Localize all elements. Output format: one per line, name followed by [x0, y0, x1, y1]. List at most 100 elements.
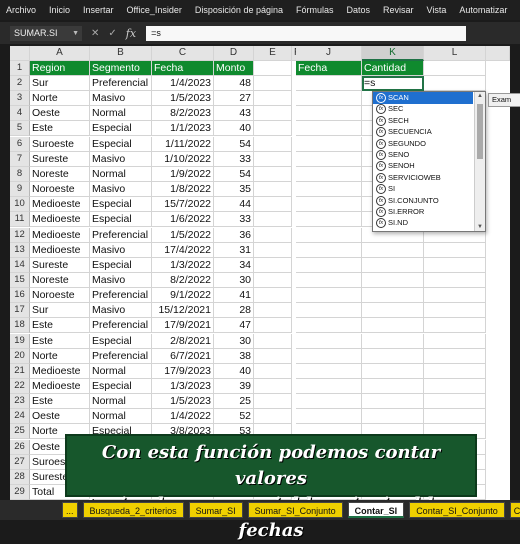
row-header[interactable]: 1 — [10, 61, 30, 76]
table-cell[interactable]: 1/5/2022 — [152, 227, 214, 243]
table-cell[interactable]: Oeste — [30, 106, 90, 122]
table-cell[interactable] — [296, 76, 362, 91]
table-cell[interactable]: Medioeste — [30, 379, 90, 394]
sheet-tab-c[interactable]: C — [509, 502, 520, 518]
sheet-tab-more[interactable]: ... — [62, 502, 78, 518]
table-cell[interactable] — [296, 166, 362, 182]
table-cell[interactable]: 6/7/2021 — [152, 348, 214, 364]
table-cell[interactable]: 31 — [214, 242, 254, 258]
table-cell[interactable] — [424, 333, 486, 349]
table-cell[interactable] — [424, 363, 486, 379]
table-cell[interactable] — [254, 257, 292, 273]
table-cell[interactable]: 1/5/2023 — [152, 394, 214, 410]
table-cell[interactable] — [254, 303, 292, 319]
table-cell[interactable] — [424, 242, 486, 258]
table-cell[interactable] — [254, 91, 292, 107]
cell[interactable] — [254, 61, 292, 76]
column-header-a[interactable]: A — [30, 46, 90, 61]
row-header[interactable]: 27 — [10, 454, 30, 470]
table-cell[interactable]: 38 — [214, 348, 254, 364]
table-cell[interactable]: 1/3/2023 — [152, 379, 214, 394]
row-header[interactable]: 11 — [10, 212, 30, 228]
autocomplete-item[interactable]: fx SEGUNDO — [373, 138, 473, 150]
table-cell[interactable] — [296, 151, 362, 167]
row-header[interactable]: 9 — [10, 182, 30, 198]
scrollbar-thumb[interactable] — [477, 104, 483, 159]
table-cell[interactable]: 2/8/2021 — [152, 333, 214, 349]
table-cell[interactable]: 1/10/2022 — [152, 151, 214, 167]
name-box[interactable]: SUMAR.SI ▼ — [10, 25, 82, 41]
row-header[interactable]: 24 — [10, 409, 30, 425]
header-j-fecha[interactable]: Fecha — [296, 61, 362, 76]
ribbon-tab-office-insider[interactable]: Office_Insider — [121, 5, 189, 15]
table-cell[interactable] — [254, 333, 292, 349]
table-cell[interactable] — [254, 272, 292, 288]
table-cell[interactable] — [254, 121, 292, 137]
function-autocomplete-list[interactable]: ▲ ▼ fx SCAN fx SEC fx SECH fx SECUENCIA fx SEGUND… — [372, 91, 486, 232]
table-cell[interactable] — [296, 136, 362, 152]
table-cell[interactable] — [362, 272, 424, 288]
table-cell[interactable]: Medioeste — [30, 363, 90, 379]
table-cell[interactable] — [254, 318, 292, 334]
table-cell[interactable]: 1/4/2022 — [152, 409, 214, 425]
table-cell[interactable]: 52 — [214, 409, 254, 425]
header-region[interactable]: Region — [30, 61, 90, 76]
table-cell[interactable] — [254, 166, 292, 182]
ribbon-tab-datos[interactable]: Datos — [341, 5, 378, 15]
table-cell[interactable] — [362, 363, 424, 379]
table-cell[interactable]: 40 — [214, 363, 254, 379]
table-cell[interactable]: Norte — [30, 91, 90, 107]
table-cell[interactable] — [254, 212, 292, 228]
table-cell[interactable] — [424, 257, 486, 273]
row-header[interactable]: 18 — [10, 318, 30, 334]
column-header-l[interactable]: L — [424, 46, 486, 61]
table-cell[interactable] — [424, 303, 486, 319]
table-cell[interactable]: 17/4/2022 — [152, 242, 214, 258]
table-cell[interactable]: 54 — [214, 166, 254, 182]
table-cell[interactable]: 1/1/2023 — [152, 121, 214, 137]
table-cell[interactable]: Normal — [90, 363, 152, 379]
table-cell[interactable]: Preferencial — [90, 76, 152, 91]
table-cell[interactable]: 17/9/2021 — [152, 318, 214, 334]
table-cell[interactable]: 8/2/2023 — [152, 106, 214, 122]
sheet-tab-sumar-si[interactable]: Sumar_SI — [188, 502, 243, 518]
table-cell[interactable] — [424, 318, 486, 334]
row-header[interactable]: 16 — [10, 288, 30, 304]
table-cell[interactable] — [296, 121, 362, 137]
table-cell[interactable]: 36 — [214, 227, 254, 243]
table-cell[interactable] — [296, 318, 362, 334]
table-cell[interactable] — [362, 409, 424, 425]
table-cell[interactable] — [296, 257, 362, 273]
table-cell[interactable]: Especial — [90, 212, 152, 228]
ribbon-tab-formulas[interactable]: Fórmulas — [290, 5, 341, 15]
sheet-tab-sumar-si-conjunto[interactable]: Sumar_SI_Conjunto — [247, 502, 343, 518]
table-cell[interactable]: Este — [30, 394, 90, 410]
table-cell[interactable]: 41 — [214, 288, 254, 304]
sheet-tab-contar-si-conjunto[interactable]: Contar_SI_Conjunto — [409, 502, 505, 518]
table-cell[interactable]: 1/4/2023 — [152, 76, 214, 91]
table-cell[interactable] — [254, 242, 292, 258]
table-cell[interactable] — [362, 288, 424, 304]
row-header[interactable]: 6 — [10, 136, 30, 152]
table-cell[interactable] — [424, 394, 486, 410]
table-cell[interactable] — [362, 303, 424, 319]
scroll-down-icon[interactable]: ▼ — [476, 224, 484, 230]
table-cell[interactable] — [296, 348, 362, 364]
row-header[interactable]: 29 — [10, 485, 30, 500]
table-cell[interactable] — [254, 182, 292, 198]
table-cell[interactable] — [424, 76, 486, 91]
row-header[interactable]: 3 — [10, 91, 30, 107]
ribbon-tab-disposicion[interactable]: Disposición de página — [189, 5, 290, 15]
header-monto[interactable]: Monto — [214, 61, 254, 76]
table-cell[interactable]: 9/1/2022 — [152, 288, 214, 304]
column-header-k[interactable]: K — [362, 46, 424, 61]
table-cell[interactable]: Este — [30, 333, 90, 349]
table-cell[interactable]: Masivo — [90, 303, 152, 319]
row-header[interactable]: 22 — [10, 379, 30, 394]
table-cell[interactable]: 39 — [214, 379, 254, 394]
row-header[interactable]: 10 — [10, 197, 30, 213]
table-cell[interactable] — [424, 272, 486, 288]
table-cell[interactable]: 43 — [214, 106, 254, 122]
autocomplete-item[interactable]: fx SCAN — [373, 92, 473, 104]
table-cell[interactable]: Especial — [90, 257, 152, 273]
